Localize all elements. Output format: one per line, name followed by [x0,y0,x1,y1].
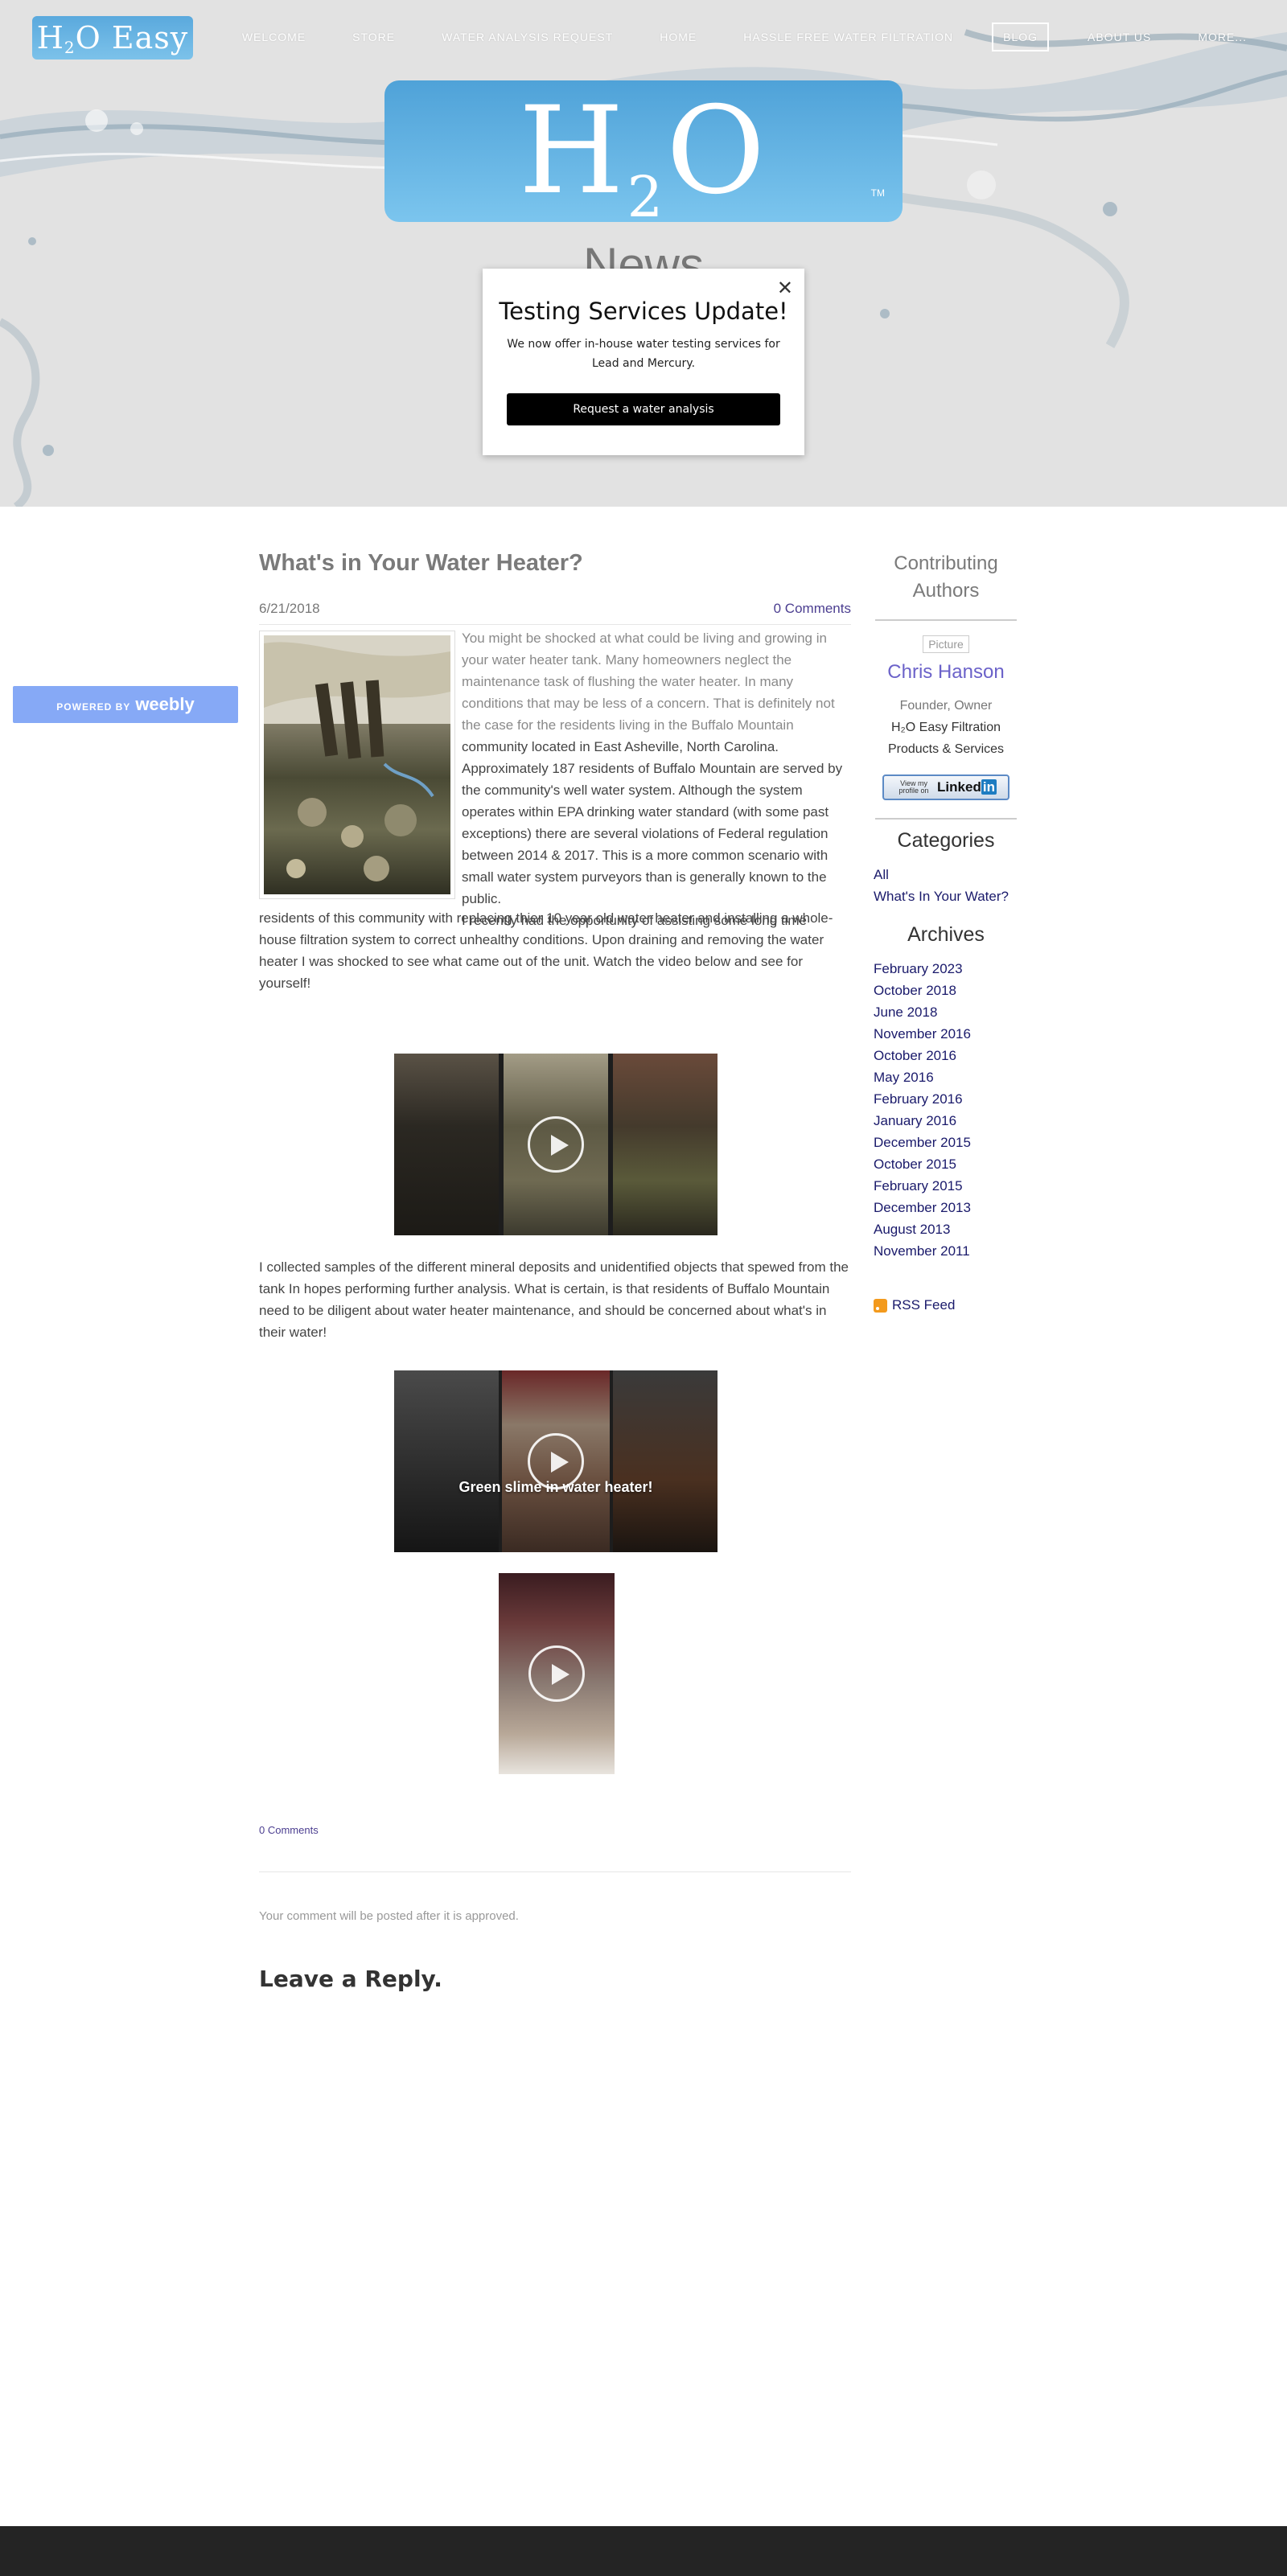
logo-text: H [36,20,64,55]
nav-welcome[interactable]: Welcome [234,23,314,51]
weebly-logo: weebly [135,694,195,714]
testing-update-popup: ✕ Testing Services Update! We now offer … [483,269,804,455]
video-player-3[interactable] [499,1573,615,1774]
video-player-1[interactable] [394,1054,718,1235]
intro-text-light: You might be shocked at what could be li… [462,631,835,733]
archive-link[interactable]: February 2023 [874,958,1018,980]
logo-text-rest: O Easy [75,20,189,55]
hero-logo: H2O EasyTM [384,80,903,409]
site-logo[interactable]: H2O Easy [32,16,193,60]
author-name[interactable]: Chris Hanson [874,661,1018,684]
comment-approval-note: Your comment will be posted after it is … [259,1909,519,1923]
archive-link[interactable]: October 2018 [874,980,1018,1001]
blog-post: What's in Your Water Heater? 6/21/2018 0… [259,550,851,1992]
nav-about[interactable]: About Us [1079,23,1159,51]
drain-photo-illustration [264,635,450,881]
categories-list: All What's In Your Water? [874,864,1018,907]
nav-more[interactable]: More... [1190,23,1255,51]
categories-title: Categories [897,829,995,852]
linkedin-in-icon: in [981,779,997,795]
nav-home[interactable]: Home [652,23,705,51]
post-paragraph-2: residents of this community with replaci… [259,910,833,991]
author-role: Founder, Owner H₂O Easy Filtration Produ… [874,695,1018,760]
post-intro: You might be shocked at what could be li… [462,627,851,931]
play-icon[interactable] [528,1116,584,1173]
video-player-2[interactable]: Green slime in water heater! [394,1370,718,1552]
rss-icon [874,1298,887,1313]
nav-store[interactable]: Store [344,23,403,51]
sidebar: Contributing Authors Picture Chris Hanso… [874,550,1018,1313]
popup-text: We now offer in-house water testing serv… [507,338,780,370]
rss-feed-link[interactable]: RSS Feed [874,1297,1018,1313]
nav-blog[interactable]: Blog [992,23,1050,51]
category-link[interactable]: All [874,864,1018,885]
archives-list: February 2023 October 2018 June 2018 Nov… [874,958,1018,1262]
play-icon[interactable] [528,1433,584,1489]
archive-link[interactable]: January 2016 [874,1110,1018,1132]
linkedin-logo: Linked in [937,779,997,795]
footer [0,2526,1287,2576]
water-heater-photo[interactable] [259,631,455,899]
hero-logo-text: H [518,81,627,221]
powered-by-weebly-badge[interactable]: POWERED BY weebly [13,686,238,723]
sidebar-divider [875,818,1017,820]
category-link[interactable]: What's In Your Water? [874,885,1018,907]
comments-divider [259,1871,851,1872]
hero-logo-subscript: 2 [627,164,667,230]
sidebar-divider [875,619,1017,621]
archive-link[interactable]: November 2016 [874,1023,1018,1045]
post-date: 6/21/2018 [259,601,320,616]
nav-hassle-free[interactable]: Hassle Free Water Filtration [735,23,961,51]
contributing-authors-title: Contributing Authors [894,553,998,602]
powered-by-label: POWERED BY [56,701,131,713]
archive-link[interactable]: December 2015 [874,1132,1018,1153]
archive-link[interactable]: October 2015 [874,1153,1018,1175]
archive-link[interactable]: May 2016 [874,1066,1018,1088]
archive-link[interactable]: June 2018 [874,1001,1018,1023]
logo-subscript: 2 [64,38,76,57]
archive-link[interactable]: February 2016 [874,1088,1018,1110]
comments-link-top[interactable]: 0 Comments [774,601,851,624]
archive-link[interactable]: August 2013 [874,1218,1018,1240]
post-paragraph-3: I collected samples of the different min… [259,1259,849,1340]
main-nav: Welcome Store Water Analysis Request Hom… [204,23,1255,51]
intro-text-dark: community located in East Asheville, Nor… [462,739,843,906]
linkedin-wordmark: Linked [937,779,981,795]
nav-water-analysis[interactable]: Water Analysis Request [434,23,621,51]
leave-reply-title: Leave a Reply. [259,1966,442,1992]
close-icon[interactable]: ✕ [777,277,793,299]
author-picture: Picture [874,635,1018,653]
trademark: TM [870,187,885,199]
author-role-title: Founder, Owner [899,699,993,713]
comments-link-bottom[interactable]: 0 Comments [259,1824,319,1836]
archive-link[interactable]: December 2013 [874,1197,1018,1218]
archive-link[interactable]: November 2011 [874,1240,1018,1262]
popup-title: Testing Services Update! [499,298,788,325]
archive-link[interactable]: February 2015 [874,1175,1018,1197]
play-icon[interactable] [528,1645,585,1702]
request-analysis-button[interactable]: Request a water analysis [507,393,780,425]
post-title[interactable]: What's in Your Water Heater? [259,550,851,577]
archive-link[interactable]: October 2016 [874,1045,1018,1066]
rss-label: RSS Feed [892,1297,956,1313]
author-company: H₂O Easy Filtration Products & Services [887,721,1005,756]
post-meta: 6/21/2018 0 Comments [259,601,851,625]
author-picture-placeholder: Picture [923,635,969,653]
linkedin-small-text: View my profile on [898,779,929,795]
archives-title: Archives [907,923,985,946]
linkedin-profile-button[interactable]: View my profile on Linked in [882,774,1009,800]
